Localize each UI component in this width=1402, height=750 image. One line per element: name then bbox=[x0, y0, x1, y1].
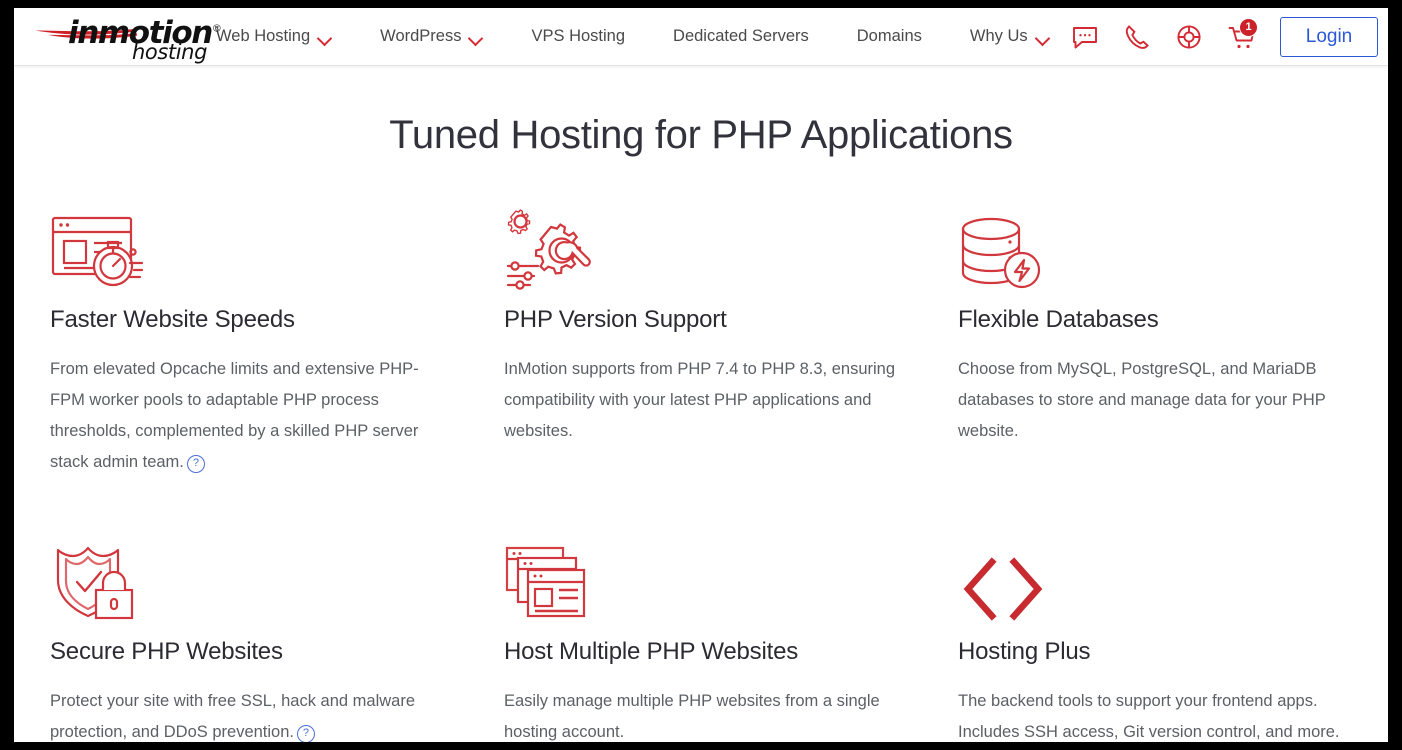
feature-card-title: Secure PHP Websites bbox=[50, 638, 283, 665]
feature-card-text: Easily manage multiple PHP websites from… bbox=[504, 692, 880, 741]
feature-card-text: Protect your site with free SSL, hack an… bbox=[50, 692, 415, 742]
shield-lock-icon bbox=[50, 532, 444, 624]
feature-card-faster-website-speeds: Faster Website Speeds From elevated Opca… bbox=[50, 200, 444, 484]
feature-card-text: Choose from MySQL, PostgreSQL, and Maria… bbox=[958, 360, 1326, 440]
page-title: Tuned Hosting for PHP Applications bbox=[389, 113, 1013, 157]
nav-item-dedicated-servers[interactable]: Dedicated Servers bbox=[673, 21, 809, 52]
code-brackets-icon bbox=[958, 532, 1352, 624]
feature-card-title: PHP Version Support bbox=[504, 306, 727, 333]
login-button[interactable]: Login bbox=[1280, 16, 1378, 57]
feature-card-secure-php-websites: Secure PHP Websites Protect your site wi… bbox=[50, 532, 444, 742]
feature-card-text: From elevated Opcache limits and extensi… bbox=[50, 360, 419, 473]
feature-card-title: Flexible Databases bbox=[958, 306, 1159, 333]
chevron-down-icon bbox=[318, 33, 332, 41]
nav-label: Why Us bbox=[969, 27, 1028, 45]
life-ring-support-icon[interactable] bbox=[1174, 22, 1204, 52]
feature-grid: Faster Website Speeds From elevated Opca… bbox=[50, 200, 1352, 742]
logo-subtext: hosting bbox=[132, 39, 208, 64]
logo-registered-mark: ® bbox=[211, 23, 222, 35]
cart-icon[interactable]: 1 bbox=[1226, 17, 1258, 53]
nav-item-domains[interactable]: Domains bbox=[857, 21, 922, 52]
nav-label: Web Hosting bbox=[216, 27, 311, 45]
feature-card-php-version-support: PHP Version Support InMotion supports fr… bbox=[504, 200, 898, 484]
feature-card-host-multiple-php-websites: Host Multiple PHP Websites Easily manage… bbox=[504, 532, 898, 742]
chat-icon[interactable] bbox=[1070, 22, 1100, 52]
nav-item-why-us[interactable]: Why Us bbox=[970, 21, 1050, 52]
cart-badge-count: 1 bbox=[1239, 17, 1258, 37]
nav-label: Domains bbox=[856, 27, 922, 45]
help-icon[interactable]: ? bbox=[296, 725, 315, 742]
nav-label: WordPress bbox=[380, 27, 462, 45]
stacked-browser-windows-icon bbox=[504, 532, 898, 624]
feature-card-title: Hosting Plus bbox=[958, 638, 1091, 665]
header-utility-icons: 1 bbox=[1070, 17, 1258, 53]
feature-card-text: The backend tools to support your fronte… bbox=[958, 692, 1340, 741]
feature-card-title: Host Multiple PHP Websites bbox=[504, 638, 799, 665]
nav-item-web-hosting[interactable]: Web Hosting bbox=[216, 21, 332, 52]
screenshot-frame: inmotion® hosting Web Hosting WordPress … bbox=[0, 0, 1402, 750]
nav-item-wordpress[interactable]: WordPress bbox=[380, 21, 483, 52]
primary-nav: Web Hosting WordPress VPS Hosting Dedica… bbox=[216, 8, 1070, 65]
phone-icon[interactable] bbox=[1122, 22, 1152, 52]
nav-item-vps-hosting[interactable]: VPS Hosting bbox=[531, 21, 625, 52]
page-root: inmotion® hosting Web Hosting WordPress … bbox=[14, 8, 1388, 742]
feature-card-flexible-databases: Flexible Databases Choose from MySQL, Po… bbox=[958, 200, 1352, 484]
main-content: Tuned Hosting for PHP Applications Faste… bbox=[14, 113, 1388, 742]
gears-wrench-sliders-icon bbox=[504, 200, 898, 292]
database-bolt-icon bbox=[958, 200, 1352, 292]
site-header: inmotion® hosting Web Hosting WordPress … bbox=[14, 8, 1388, 66]
chevron-down-icon bbox=[469, 33, 483, 41]
feature-card-hosting-plus: Hosting Plus The backend tools to suppor… bbox=[958, 532, 1352, 742]
browser-stopwatch-icon bbox=[50, 200, 444, 292]
nav-label: VPS Hosting bbox=[531, 27, 626, 45]
chevron-down-icon bbox=[1036, 33, 1050, 41]
feature-card-text: InMotion supports from PHP 7.4 to PHP 8.… bbox=[504, 360, 896, 440]
feature-card-title: Faster Website Speeds bbox=[50, 306, 295, 333]
nav-label: Dedicated Servers bbox=[673, 27, 809, 45]
help-icon[interactable]: ? bbox=[186, 455, 205, 473]
inmotion-hosting-logo[interactable]: inmotion® hosting bbox=[24, 13, 222, 64]
